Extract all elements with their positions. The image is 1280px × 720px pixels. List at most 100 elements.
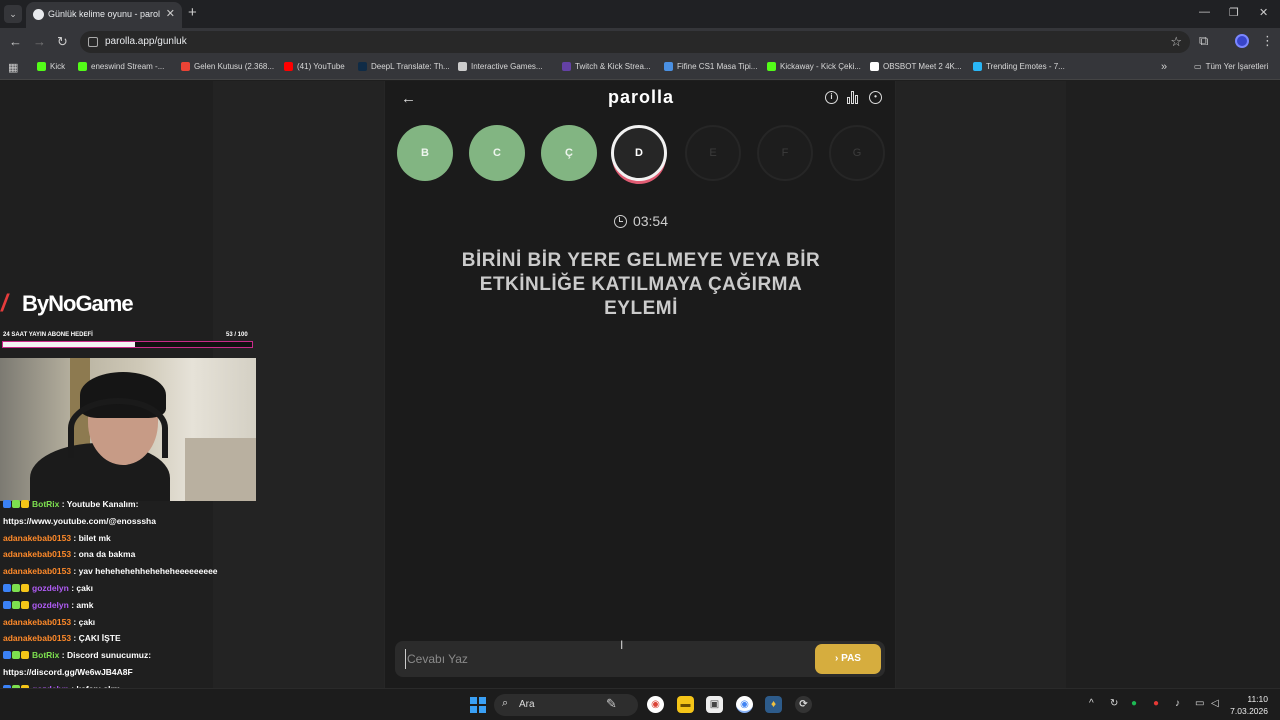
kebab-menu-icon[interactable]: ⋮ <box>1261 33 1274 49</box>
back-arrow-icon[interactable]: ← <box>9 34 22 49</box>
bookmark-item[interactable]: Trending Emotes - 7... <box>973 62 1065 71</box>
obs-style-app-icon[interactable]: ♦ <box>765 696 782 713</box>
bookmark-label: Kickaway - Kick Çeki... <box>780 62 861 71</box>
sub-goal-progress-bar <box>2 341 253 348</box>
bookmark-favicon-icon <box>767 62 776 71</box>
all-bookmarks-folder[interactable]: ▭ Tüm Yer İşaretleri <box>1194 62 1268 71</box>
extensions-puzzle-icon[interactable]: ⧉ <box>1199 33 1208 49</box>
question-text: BİRİNİ BİR YERE GELMEYE VEYA BİR ETKİNLİ… <box>461 250 821 319</box>
system-clock-date[interactable]: 7.03.2026 <box>1224 706 1268 716</box>
bookmark-label: Twitch & Kick Strea... <box>575 62 651 71</box>
bookmark-item[interactable]: (41) YouTube <box>284 62 345 71</box>
chat-text: : amk <box>71 599 94 610</box>
forward-arrow-icon[interactable]: → <box>33 34 46 49</box>
store-app-icon[interactable]: ▣ <box>706 696 723 713</box>
bookmark-item[interactable]: Gelen Kutusu (2.368... <box>181 62 274 71</box>
bookmark-label: Trending Emotes - 7... <box>986 62 1065 71</box>
chat-badges-icon <box>3 649 30 661</box>
text-cursor-icon: I <box>620 638 624 652</box>
tray-sync-icon[interactable]: ↻ <box>1110 698 1118 709</box>
letter-circle-future: F <box>757 125 813 181</box>
bookmark-favicon-icon <box>973 62 982 71</box>
chat-message: adanakebab0153 : ona da bakma <box>3 548 135 560</box>
file-explorer-icon[interactable]: ▬ <box>677 696 694 713</box>
tab-list-chevron-icon[interactable]: ⌄ <box>4 5 22 23</box>
pass-label: PAS <box>841 653 861 664</box>
reload-icon[interactable]: ↻ <box>57 34 68 50</box>
bookmark-favicon-icon <box>181 62 190 71</box>
new-tab-plus-icon[interactable]: + <box>188 4 197 21</box>
bookmark-item[interactable]: Fifine CS1 Masa Tipi... <box>664 62 757 71</box>
bookmark-item[interactable]: Kickaway - Kick Çeki... <box>767 62 861 71</box>
chat-message: gozdelyn : amk <box>3 599 93 611</box>
apps-grid-icon[interactable]: ▦ <box>8 61 18 74</box>
spotify-tray-icon[interactable]: ● <box>1131 698 1137 709</box>
bookmark-label: eneswind Stream -... <box>91 62 165 71</box>
stats-bar-chart-icon[interactable] <box>847 91 861 104</box>
microphone-icon[interactable]: ♪ <box>1175 698 1180 709</box>
chrome-app-icon[interactable]: ◉ <box>647 696 664 713</box>
answer-input[interactable] <box>405 649 805 669</box>
bookmark-item[interactable]: eneswind Stream -... <box>78 62 164 71</box>
bookmark-item[interactable]: OBSBOT Meet 2 4K... <box>870 62 962 71</box>
restore-icon[interactable]: ❐ <box>1229 6 1239 19</box>
tab-title: Günlük kelime oyunu - parolla <box>48 9 160 19</box>
letter-circle-done: C <box>469 125 525 181</box>
chat-message: https://www.youtube.com/@enosssha <box>3 515 156 527</box>
tab-favicon-icon <box>33 9 44 20</box>
chat-text: https://www.youtube.com/@enosssha <box>3 515 156 526</box>
browser-tab[interactable]: Günlük kelime oyunu - parolla ✕ <box>26 2 182 28</box>
bookmark-star-icon[interactable]: ☆ <box>1170 34 1182 50</box>
chat-message: adanakebab0153 : ÇAKI İŞTE <box>3 632 121 644</box>
system-clock-time[interactable]: 11:10 <box>1236 694 1268 704</box>
info-icon[interactable]: i <box>825 91 838 104</box>
tab-strip: ⌄ Günlük kelime oyunu - parolla ✕ + — ❐ … <box>0 0 1280 28</box>
windows-start-icon[interactable] <box>470 697 486 713</box>
profile-avatar-icon[interactable] <box>1235 34 1249 48</box>
search-highlight-icon: ✎ <box>606 696 617 711</box>
chat-message: BotRix : Youtube Kanalım: <box>3 499 138 510</box>
more-bookmarks-chevron-icon[interactable]: » <box>1161 61 1167 73</box>
bookmark-item[interactable]: Interactive Games... <box>458 62 543 71</box>
bookmark-item[interactable]: DeepL Translate: Th... <box>358 62 450 71</box>
webcam-furniture <box>185 438 256 501</box>
display-icon[interactable]: ▭ <box>1195 698 1204 709</box>
game-panel: ← parolla i • BCÇDEFG 03:54 BİRİNİ BİR Y… <box>384 81 896 688</box>
bookmark-favicon-icon <box>37 62 46 71</box>
right-gutter <box>1066 81 1280 688</box>
clock-icon <box>613 215 627 228</box>
bookmark-item[interactable]: Kick <box>37 62 65 71</box>
bookmark-label: Kick <box>50 62 66 71</box>
window-close-icon[interactable]: ✕ <box>1259 6 1268 19</box>
recording-tray-icon[interactable]: ● <box>1153 698 1159 709</box>
chat-badges-icon <box>3 582 30 594</box>
bookmark-item[interactable]: Twitch & Kick Strea... <box>562 62 651 71</box>
bookmark-favicon-icon <box>562 62 571 71</box>
url-bar[interactable]: parolla.app/gunluk ☆ <box>80 31 1190 53</box>
tray-overflow-chevron-icon[interactable]: ^ <box>1089 698 1094 709</box>
countdown-timer: 03:54 <box>385 213 897 229</box>
letter-circle-current: D <box>611 125 667 181</box>
url-text[interactable]: parolla.app/gunluk <box>105 36 187 47</box>
app-notification-icon[interactable]: ⟳ <box>795 696 812 713</box>
chat-username: adanakebab0153 <box>3 633 72 644</box>
pass-button[interactable]: › PAS <box>815 644 881 674</box>
chat-message: adanakebab0153 : yav hehehehehheheheheee… <box>3 565 218 577</box>
account-user-icon[interactable]: • <box>869 91 882 104</box>
chrome-active-app-icon[interactable]: ◉ <box>736 696 753 713</box>
sub-goal-label: 24 SAAT YAYIN ABONE HEDEFİ <box>3 332 93 338</box>
site-info-icon[interactable] <box>88 37 98 47</box>
chat-message: adanakebab0153 : bilet mk <box>3 532 111 544</box>
chat-username: gozdelyn <box>32 599 69 610</box>
minimize-icon[interactable]: — <box>1199 6 1210 18</box>
speaker-icon[interactable]: ◁ <box>1211 698 1219 709</box>
all-bookmarks-label: Tüm Yer İşaretleri <box>1205 62 1269 71</box>
timer-value: 03:54 <box>632 213 669 229</box>
search-label: Ara <box>519 699 535 710</box>
address-toolbar: ← → ↻ parolla.app/gunluk ☆ <box>0 28 1280 56</box>
taskbar-search[interactable]: ⌕ Ara ✎ <box>494 694 638 716</box>
chat-username: adanakebab0153 <box>3 566 72 577</box>
tab-close-icon[interactable]: ✕ <box>166 7 175 20</box>
chat-text: : ÇAKI İŞTE <box>73 633 121 644</box>
chat-message: adanakebab0153 : çakı <box>3 616 95 628</box>
